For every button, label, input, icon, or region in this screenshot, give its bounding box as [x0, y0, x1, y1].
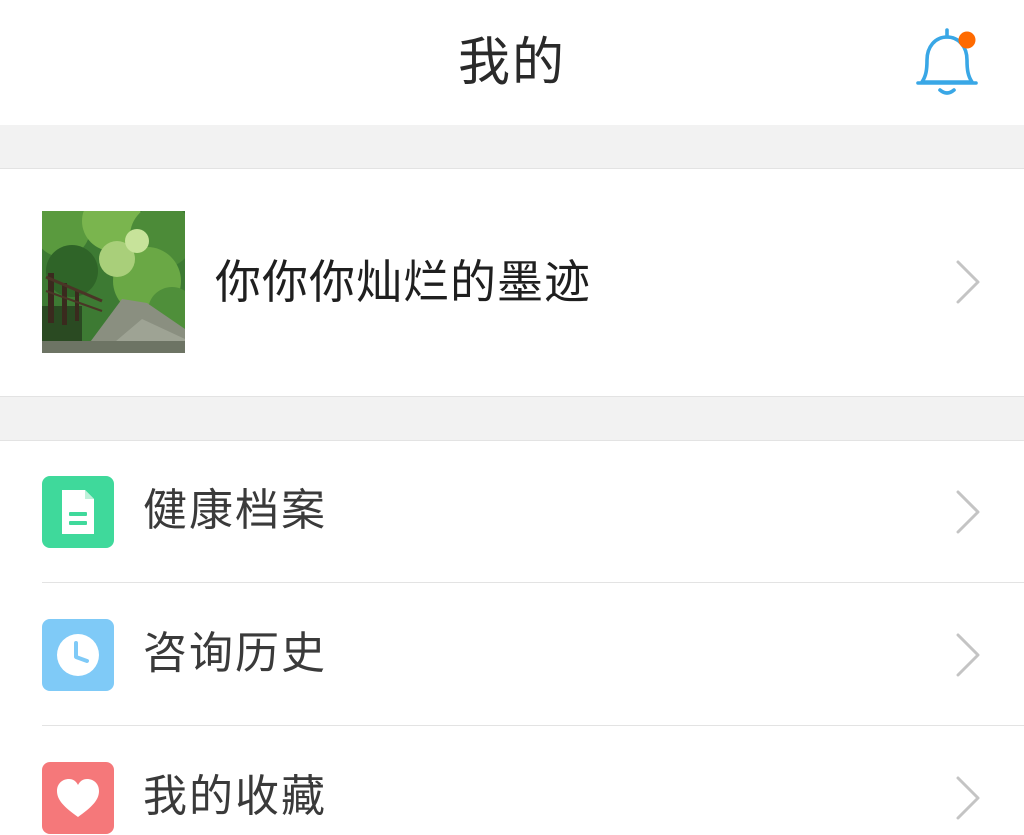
chevron-right-icon: [956, 490, 980, 534]
section-gap: [0, 125, 1024, 169]
profile-row[interactable]: 你你你灿烂的墨迹: [0, 169, 1024, 396]
page-title: 我的: [457, 33, 566, 93]
menu-item-health-records[interactable]: 健康档案: [0, 441, 1024, 583]
top-bar: 我的: [0, 0, 1024, 125]
section-gap: [0, 396, 1024, 441]
notification-dot: [958, 31, 976, 49]
menu-item-label: 咨询历史: [143, 628, 327, 679]
notification-bell-button[interactable]: [912, 26, 982, 100]
avatar-image: [42, 211, 185, 353]
menu-list: 健康档案 咨询历史 我的收藏: [0, 441, 1024, 835]
divider: [42, 582, 1024, 583]
menu-item-consult-history[interactable]: 咨询历史: [0, 584, 1024, 726]
avatar: [42, 211, 185, 353]
bell-icon: [916, 28, 978, 95]
clock-icon: [42, 619, 114, 691]
chevron-right-icon: [956, 260, 980, 304]
chevron-right-icon: [956, 776, 980, 820]
heart-icon: [42, 762, 114, 834]
divider: [42, 725, 1024, 726]
menu-item-label: 健康档案: [143, 485, 327, 536]
chevron-right-icon: [956, 633, 980, 677]
my-page-screen: 我的 你你你灿烂的墨迹 健康档案 咨询历史 我的收藏: [0, 0, 1024, 835]
menu-item-label: 我的收藏: [143, 771, 327, 822]
menu-item-favorites[interactable]: 我的收藏: [0, 727, 1024, 835]
document-icon: [42, 476, 114, 548]
username: 你你你灿烂的墨迹: [215, 255, 591, 309]
